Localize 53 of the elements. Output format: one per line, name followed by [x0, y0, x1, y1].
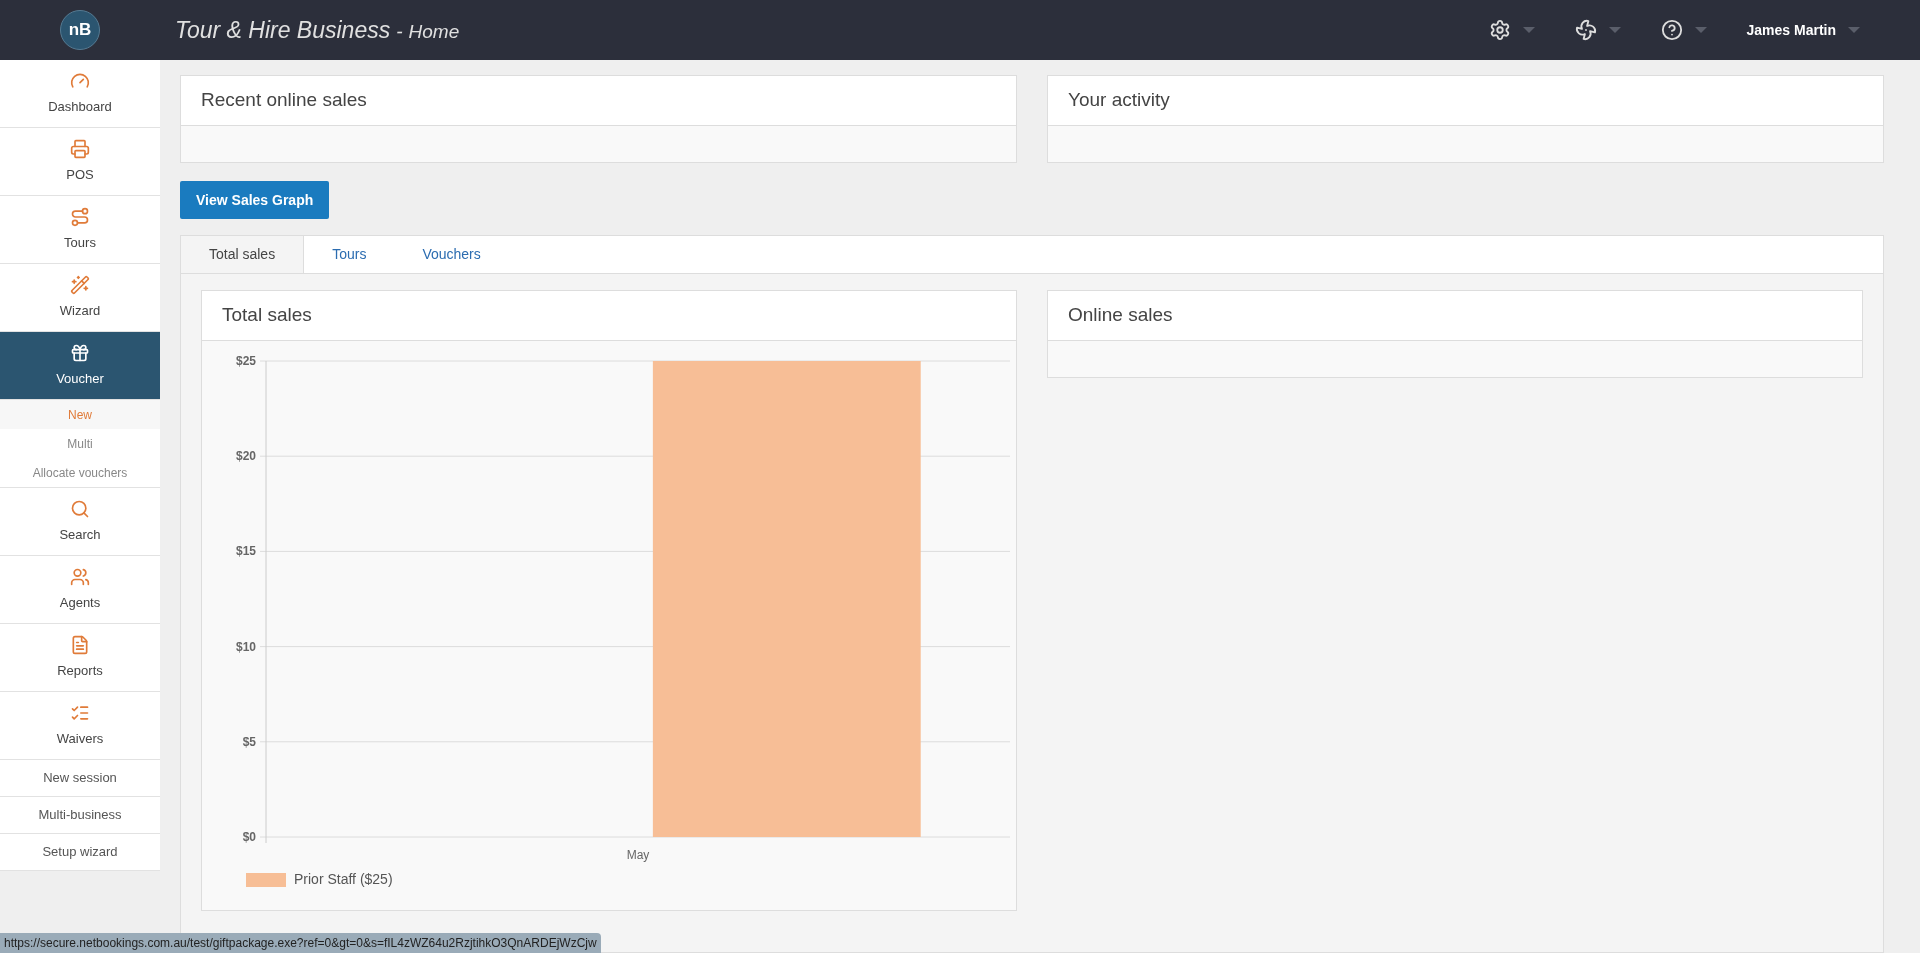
axis-label: $25	[235, 354, 256, 368]
axis-label: $10	[235, 639, 256, 654]
sidebar-item[interactable]: Tours	[0, 196, 160, 264]
tab[interactable]: Total sales	[181, 236, 305, 273]
sidebar-item[interactable]: Voucher	[0, 332, 160, 400]
status-bar: https://secure.netbookings.com.au/test/giftpackage.exe?ref=0&gt=0&s=fIL4zWZ64u2RzjtihkO3QnARDEjWzCjw	[0, 933, 601, 953]
help-menu[interactable]	[1660, 19, 1707, 41]
sidebar-link[interactable]: Setup wizard	[0, 834, 160, 871]
document-icon	[70, 634, 90, 655]
tab[interactable]: Tours	[304, 236, 395, 273]
page-title: Home	[408, 19, 460, 44]
pinwheel-menu[interactable]	[1574, 19, 1621, 41]
caret-icon	[1522, 27, 1535, 33]
sidebar-item[interactable]: POS	[0, 128, 160, 196]
view-sales-graph-button[interactable]: View Sales Graph	[180, 181, 330, 219]
business-title: Tour & Hire Business	[175, 15, 391, 45]
sidebar-link[interactable]: New session	[0, 760, 160, 797]
sidebar-link[interactable]: Multi-business	[0, 797, 160, 834]
caret-icon	[1608, 27, 1621, 33]
sidebar-item[interactable]: Search	[0, 488, 160, 556]
sidebar-item[interactable]: Waivers	[0, 692, 160, 760]
axis-label: $15	[235, 544, 256, 559]
panel-title: Recent online sales	[201, 88, 367, 113]
caret-icon	[1848, 27, 1860, 33]
printer-icon	[70, 138, 90, 159]
gift-icon	[70, 342, 90, 363]
sidebar-item[interactable]: Reports	[0, 624, 160, 692]
help-icon	[1660, 19, 1683, 41]
panel-title: Your activity	[1068, 88, 1170, 113]
settings-menu[interactable]	[1488, 19, 1535, 41]
axis-label: $5	[242, 734, 256, 749]
user-menu[interactable]: James Martin	[1746, 19, 1860, 41]
sidebar-item[interactable]: Wizard	[0, 264, 160, 332]
axis-label: $20	[235, 449, 256, 464]
legend-label: Prior Staff ($25)	[294, 870, 393, 889]
route-icon	[70, 206, 90, 227]
axis-label: $0	[242, 830, 256, 844]
search-icon	[70, 498, 90, 519]
tab[interactable]: Vouchers	[394, 236, 509, 273]
submenu-item[interactable]: Multi	[0, 429, 160, 458]
panel-title: Online sales	[1068, 303, 1173, 328]
magic-wand-icon	[70, 274, 90, 295]
settings-icon	[1488, 19, 1511, 41]
submenu-item[interactable]: Allocate vouchers	[0, 458, 160, 487]
panel-title: Total sales	[222, 303, 312, 328]
caret-icon	[1694, 27, 1707, 33]
logo[interactable]: nB	[60, 10, 100, 50]
pinwheel-icon	[1574, 19, 1597, 41]
axis-label: May	[626, 848, 650, 862]
sidebar-item[interactable]: Agents	[0, 556, 160, 624]
users-icon	[70, 566, 90, 587]
title-separator: -	[396, 19, 403, 44]
sidebar-item[interactable]: Dashboard	[0, 60, 160, 128]
